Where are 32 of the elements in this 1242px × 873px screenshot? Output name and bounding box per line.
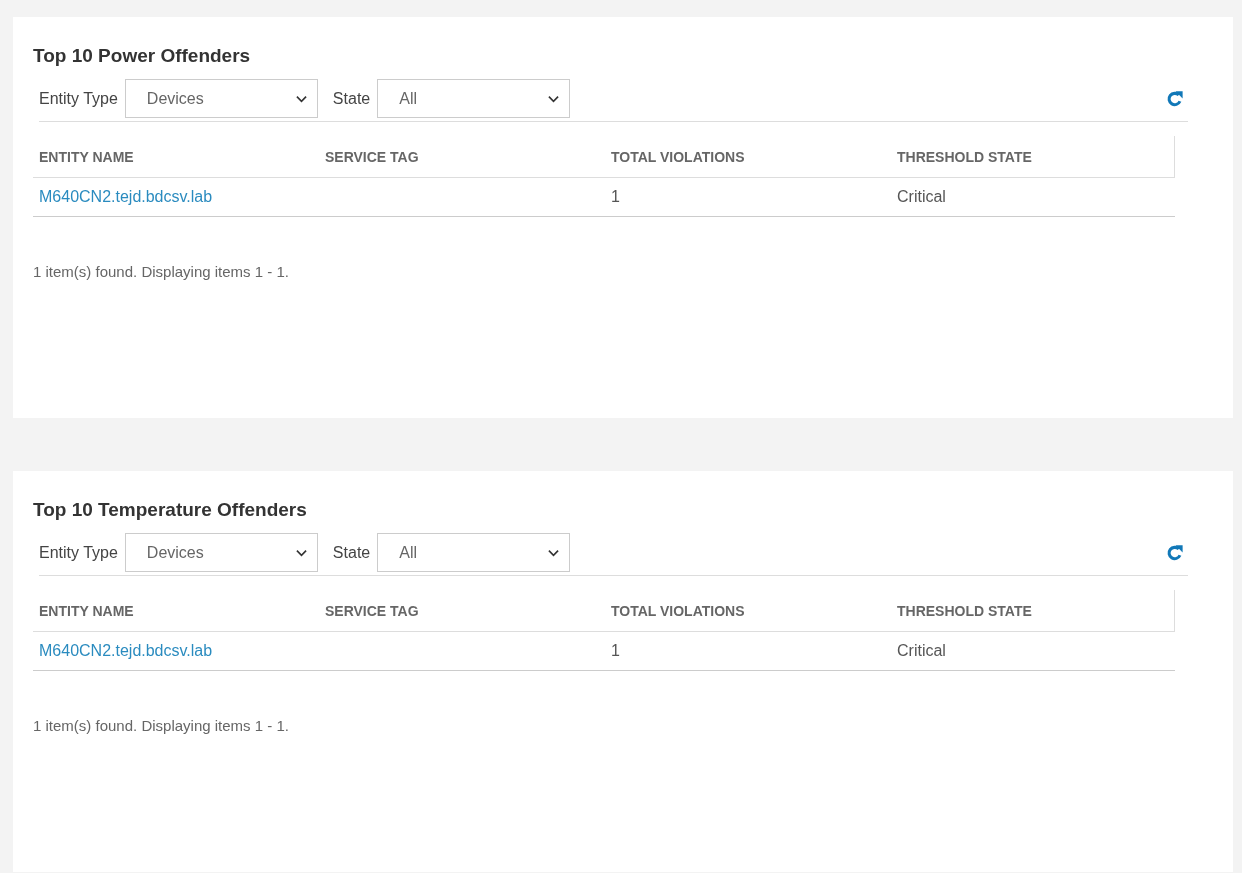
column-header[interactable]: TOTAL VIOLATIONS [605, 148, 891, 165]
column-header[interactable]: ENTITY NAME [33, 148, 319, 165]
chevron-icon [548, 94, 560, 103]
items-summary: 1 item(s) found. Displaying items 1 - 1. [33, 717, 290, 734]
entity-link[interactable]: M640CN2.tejd.bdcsv.lab [39, 188, 213, 205]
table-cell: Critical [897, 642, 946, 659]
table-cell: Critical [897, 188, 946, 205]
column-header[interactable]: SERVICE TAG [319, 148, 605, 165]
filter-dropdown[interactable]: Devices [124, 79, 318, 118]
refresh-icon[interactable] [1166, 89, 1184, 108]
column-header[interactable]: ENTITY NAME [33, 602, 319, 619]
filter-dropdown[interactable]: Devices [124, 533, 318, 572]
column-header[interactable]: TOTAL VIOLATIONS [605, 602, 891, 619]
refresh-icon[interactable] [1166, 543, 1184, 562]
entity-link[interactable]: M640CN2.tejd.bdcsv.lab [39, 642, 213, 659]
table-cell: 1 [611, 642, 620, 659]
table-cell: 1 [611, 188, 620, 205]
filter-label: State [332, 543, 371, 562]
filter-label: Entity Type [39, 89, 118, 108]
column-header[interactable]: THRESHOLD STATE [891, 148, 1177, 165]
chevron-icon [548, 548, 560, 557]
panel-title: Top 10 Temperature Offenders [33, 499, 308, 521]
chevron-icon [295, 548, 307, 557]
filter-dropdown[interactable]: All [377, 533, 571, 572]
column-header[interactable]: SERVICE TAG [319, 602, 605, 619]
filter-label: Entity Type [39, 543, 118, 562]
items-summary: 1 item(s) found. Displaying items 1 - 1. [33, 263, 290, 280]
panel-title: Top 10 Power Offenders [33, 45, 252, 67]
column-header[interactable]: THRESHOLD STATE [891, 602, 1177, 619]
filter-label: State [332, 89, 371, 108]
filter-dropdown[interactable]: All [377, 79, 571, 118]
chevron-icon [295, 94, 307, 103]
